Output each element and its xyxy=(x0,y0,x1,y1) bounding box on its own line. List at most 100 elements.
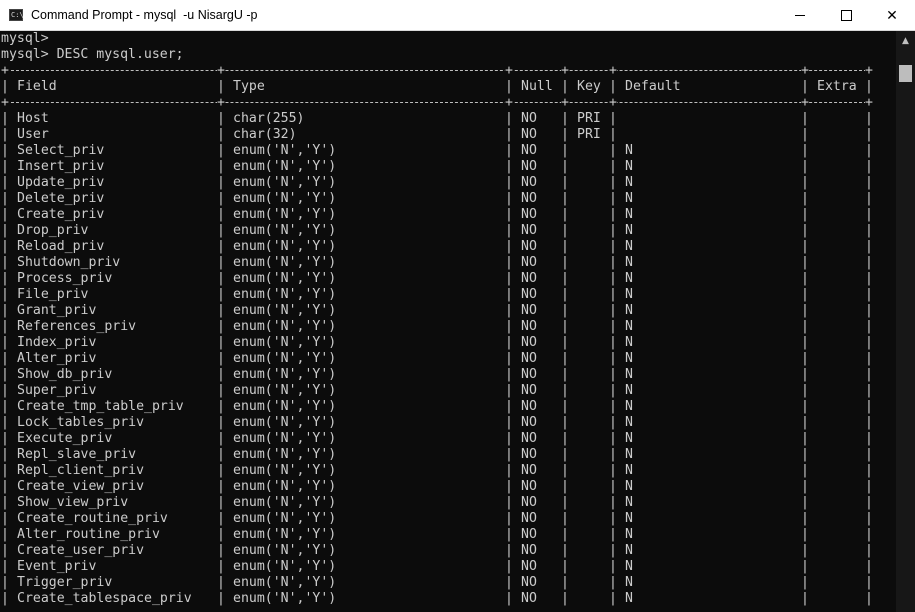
close-button[interactable]: ✕ xyxy=(869,0,915,31)
column-separator: | xyxy=(217,415,225,430)
column-separator: | xyxy=(505,431,513,446)
table-cell: enum('N','Y') xyxy=(233,431,337,446)
column-separator: | xyxy=(609,287,617,302)
column-separator: | xyxy=(801,367,809,382)
table-row: | | | | | | | Grant_priv enum('N','Y') NO N xyxy=(0,303,896,319)
column-separator: | xyxy=(609,511,617,526)
column-separator: | xyxy=(1,415,9,430)
column-separator: | xyxy=(505,415,513,430)
column-separator: | xyxy=(217,543,225,558)
table-cell: PRI xyxy=(577,127,601,142)
column-separator: | xyxy=(865,303,873,318)
terminal-output[interactable]: mysql> mysql> DESC mysql.user; + + + + + + + | | | |… xyxy=(0,31,896,612)
column-separator: | xyxy=(1,335,9,350)
column-separator: | xyxy=(865,223,873,238)
column-separator: | xyxy=(217,143,225,158)
column-separator: | xyxy=(217,383,225,398)
column-separator: | xyxy=(865,239,873,254)
table-cell: NO xyxy=(521,271,537,286)
column-separator: | xyxy=(1,543,9,558)
table-cell: N xyxy=(625,463,633,478)
column-separator: | xyxy=(505,143,513,158)
table-cell: enum('N','Y') xyxy=(233,527,337,542)
column-separator: | xyxy=(609,383,617,398)
table-cell: N xyxy=(625,351,633,366)
minimize-button[interactable] xyxy=(777,0,823,31)
table-cell: N xyxy=(625,175,633,190)
table-corner: + xyxy=(1,95,9,111)
column-separator: | xyxy=(609,591,617,606)
column-separator: | xyxy=(801,287,809,302)
column-separator: | xyxy=(609,175,617,190)
table-cell: NO xyxy=(521,223,537,238)
table-corner: + xyxy=(561,95,569,111)
column-separator: | xyxy=(865,351,873,366)
column-separator: | xyxy=(1,495,9,510)
column-separator: | xyxy=(561,431,569,446)
table-row: | | | | | | | Show_view_priv enum('N','Y') NO N xyxy=(0,495,896,511)
column-separator: | xyxy=(609,575,617,590)
column-separator: | xyxy=(561,191,569,206)
table-cell: enum('N','Y') xyxy=(233,207,337,222)
table-cell: N xyxy=(625,447,633,462)
column-separator: | xyxy=(609,463,617,478)
column-separator: | xyxy=(561,127,569,142)
table-cell: N xyxy=(625,495,633,510)
table-corner: + xyxy=(1,63,9,79)
table-row: | | | | | | | Show_db_priv enum('N','Y') NO N xyxy=(0,367,896,383)
close-icon: ✕ xyxy=(886,7,898,24)
table-cell: N xyxy=(625,239,633,254)
column-separator: | xyxy=(801,207,809,222)
column-separator: | xyxy=(801,511,809,526)
table-cell: N xyxy=(625,143,633,158)
column-separator: | xyxy=(217,399,225,414)
table-row: | | | | | | | Create_user_priv enum('N','Y') NO N xyxy=(0,543,896,559)
table-cell: enum('N','Y') xyxy=(233,143,337,158)
scroll-up-arrow-icon[interactable]: ▲ xyxy=(896,33,915,49)
table-cell: NO xyxy=(521,207,537,222)
column-separator: | xyxy=(217,591,225,606)
column-separator: | xyxy=(1,159,9,174)
scroll-thumb[interactable] xyxy=(899,65,912,82)
column-separator: | xyxy=(801,415,809,430)
table-cell: NO xyxy=(521,431,537,446)
column-separator: | xyxy=(505,351,513,366)
column-separator: | xyxy=(801,127,809,142)
table-cell: enum('N','Y') xyxy=(233,223,337,238)
table-cell: NO xyxy=(521,143,537,158)
column-separator: | xyxy=(865,335,873,350)
column-separator: | xyxy=(217,335,225,350)
table-cell: Create_routine_priv xyxy=(17,511,168,526)
table-cell: Type xyxy=(233,79,265,94)
column-separator: | xyxy=(609,447,617,462)
column-separator: | xyxy=(561,207,569,222)
table-header-row: | | | | | | | Field Type Null Key Default Extra xyxy=(0,79,896,95)
column-separator: | xyxy=(217,255,225,270)
column-separator: | xyxy=(505,543,513,558)
table-cell: enum('N','Y') xyxy=(233,463,337,478)
table-cell: N xyxy=(625,511,633,526)
vertical-scrollbar[interactable]: ▲ xyxy=(896,31,915,612)
column-separator: | xyxy=(505,303,513,318)
column-separator: | xyxy=(801,271,809,286)
column-separator: | xyxy=(217,463,225,478)
column-separator: | xyxy=(561,239,569,254)
maximize-button[interactable] xyxy=(823,0,869,31)
column-separator: | xyxy=(217,175,225,190)
table-corner: + xyxy=(865,95,873,111)
table-cell: NO xyxy=(521,127,537,142)
column-separator: | xyxy=(801,559,809,574)
table-row: | | | | | | | File_priv enum('N','Y') NO N xyxy=(0,287,896,303)
table-corner: + xyxy=(505,95,513,111)
table-cell: enum('N','Y') xyxy=(233,287,337,302)
column-separator: | xyxy=(505,447,513,462)
column-separator: | xyxy=(1,239,9,254)
column-separator: | xyxy=(801,191,809,206)
column-separator: | xyxy=(505,559,513,574)
column-separator: | xyxy=(1,111,9,126)
column-separator: | xyxy=(505,207,513,222)
table-cell: NO xyxy=(521,239,537,254)
column-separator: | xyxy=(505,223,513,238)
maximize-icon xyxy=(840,10,852,21)
column-separator: | xyxy=(561,351,569,366)
